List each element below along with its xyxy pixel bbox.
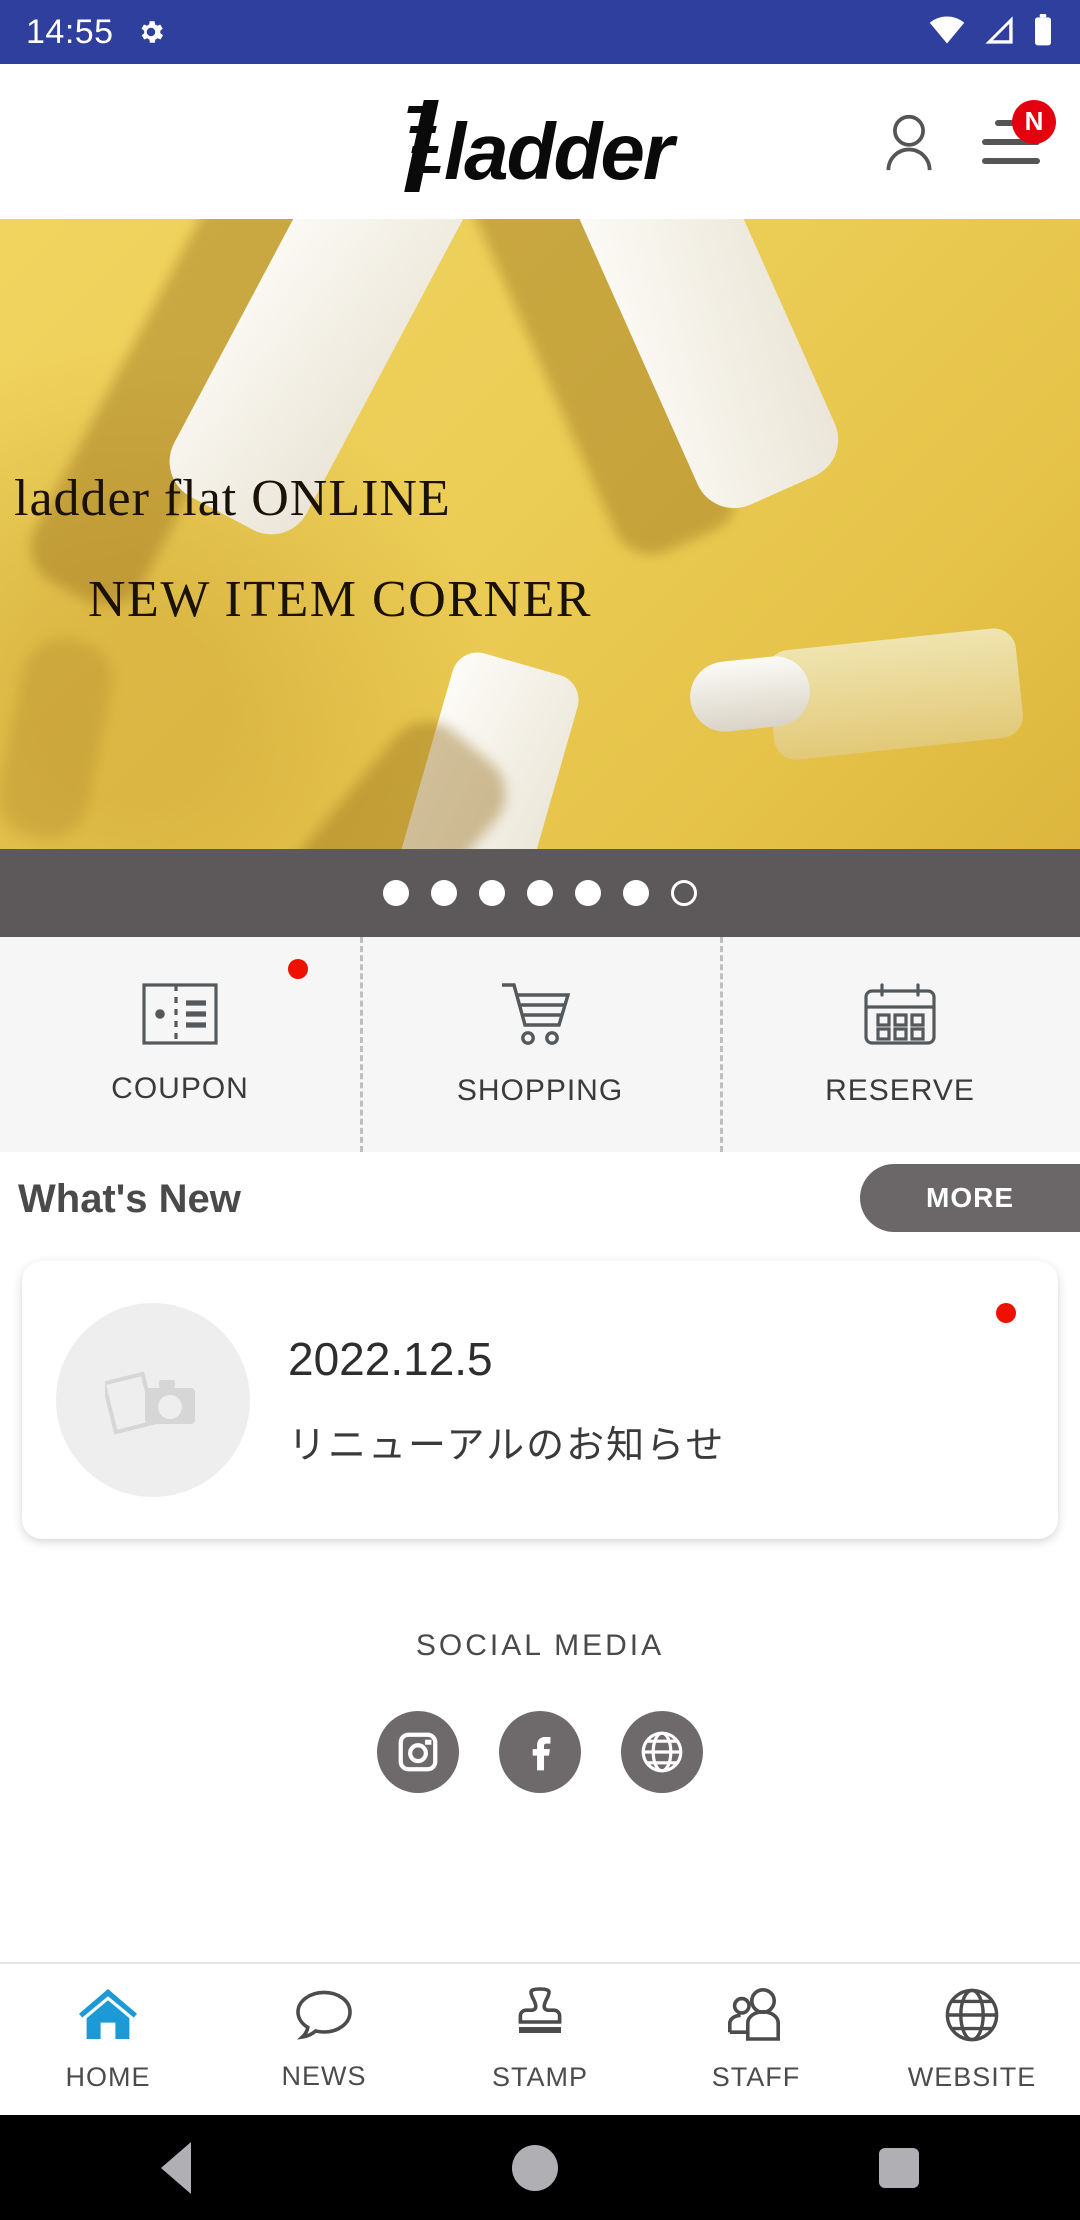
header-actions: N — [882, 99, 1056, 172]
home-icon — [77, 1987, 139, 2048]
social-media-section: SOCIAL MEDIA — [0, 1557, 1080, 1962]
person-icon[interactable] — [882, 112, 936, 172]
brand-logo[interactable]: ladder — [404, 99, 674, 196]
news-badge-dot — [996, 1303, 1016, 1323]
foliage-shadow — [0, 631, 120, 847]
nav-label: STAFF — [711, 2061, 801, 2092]
status-icons — [928, 13, 1054, 51]
quick-action-label: SHOPPING — [456, 1074, 624, 1107]
page-title: What's New — [18, 1177, 241, 1221]
gear-icon — [136, 17, 166, 47]
carousel-indicator[interactable] — [0, 849, 1080, 937]
quick-action-reserve[interactable]: RESERVE — [720, 937, 1080, 1152]
carousel-dot[interactable] — [527, 880, 553, 906]
status-bar: 14:55 — [0, 0, 1080, 64]
hamburger-menu-icon[interactable]: N — [982, 99, 1056, 164]
photo-placeholder-icon — [56, 1303, 250, 1497]
quick-action-shopping[interactable]: SHOPPING — [360, 937, 720, 1152]
nav-label: STAMP — [491, 2061, 588, 2092]
nav-item-stamp[interactable]: STAMP — [432, 1986, 648, 2093]
nav-label: WEBSITE — [907, 2061, 1037, 2092]
nav-item-home[interactable]: HOME — [0, 1987, 216, 2093]
recents-square-icon[interactable] — [879, 2147, 920, 2188]
quick-action-coupon[interactable]: COUPON — [0, 937, 360, 1152]
more-button[interactable]: MORE — [860, 1164, 1080, 1232]
cellular-signal-icon — [982, 15, 1016, 50]
hero-line-2: NEW ITEM CORNER — [88, 571, 592, 628]
nav-item-staff[interactable]: STAFF — [648, 1987, 864, 2093]
app-header: ladder N — [0, 64, 1080, 219]
status-time: 14:55 — [26, 12, 114, 51]
carousel-dot[interactable] — [623, 880, 649, 906]
bottom-navigation: HOME NEWS STAMP STAFF WEBSITE — [0, 1962, 1080, 2115]
news-body: 2022.12.5 リニューアルのお知らせ — [288, 1332, 725, 1469]
stamp-icon — [511, 1986, 569, 2048]
facebook-icon[interactable] — [499, 1711, 581, 1793]
home-circle-icon[interactable] — [511, 2144, 558, 2191]
wifi-icon — [928, 15, 966, 50]
quick-action-label: RESERVE — [825, 1074, 975, 1107]
list-item[interactable]: 2022.12.5 リニューアルのお知らせ — [22, 1261, 1058, 1539]
globe-icon — [942, 1987, 1002, 2048]
news-list: 2022.12.5 リニューアルのお知らせ — [0, 1247, 1080, 1557]
instagram-icon[interactable] — [377, 1711, 459, 1793]
news-title: リニューアルのお知らせ — [288, 1424, 726, 1467]
nav-label: HOME — [65, 2061, 151, 2092]
hero-text: ladder flat ONLINE NEW ITEM CORNER — [0, 469, 1080, 629]
nav-item-website[interactable]: WEBSITE — [864, 1987, 1080, 2093]
hero-banner[interactable]: ladder flat ONLINE NEW ITEM CORNER — [0, 219, 1080, 849]
news-date: 2022.12.5 — [288, 1332, 493, 1385]
quick-actions-row: COUPON SHOPPING RESERVE — [0, 937, 1080, 1152]
battery-icon — [1032, 13, 1054, 51]
nav-label: NEWS — [281, 2060, 367, 2091]
back-triangle-icon[interactable] — [160, 2141, 191, 2194]
ladder-l-mark — [404, 99, 442, 192]
brand-logo-text: ladder — [443, 106, 674, 196]
shopping-cart-icon — [500, 981, 580, 1052]
carousel-dot[interactable] — [383, 880, 409, 906]
website-globe-icon[interactable] — [621, 1711, 703, 1793]
hero-line-1: ladder flat ONLINE — [14, 470, 451, 527]
carousel-dot[interactable] — [431, 880, 457, 906]
speech-bubble-icon — [294, 1988, 354, 2047]
social-media-label: SOCIAL MEDIA — [415, 1629, 665, 1662]
carousel-dot[interactable] — [671, 880, 697, 906]
people-icon — [725, 1987, 787, 2048]
android-navigation-bar — [0, 2115, 1080, 2220]
coupon-badge-dot — [288, 959, 308, 979]
nav-item-news[interactable]: NEWS — [216, 1988, 432, 2092]
whats-new-header: What's New MORE — [0, 1152, 1080, 1247]
carousel-dot[interactable] — [479, 880, 505, 906]
app-screen: 14:55 ladder N ladder flat ONLINE NEW IT… — [0, 0, 1080, 2220]
carousel-dot[interactable] — [575, 880, 601, 906]
calendar-icon — [862, 981, 938, 1052]
social-media-icons — [377, 1711, 703, 1793]
quick-action-label: COUPON — [111, 1072, 249, 1105]
coupon-ticket-icon — [142, 983, 218, 1050]
menu-badge: N — [1012, 99, 1056, 144]
